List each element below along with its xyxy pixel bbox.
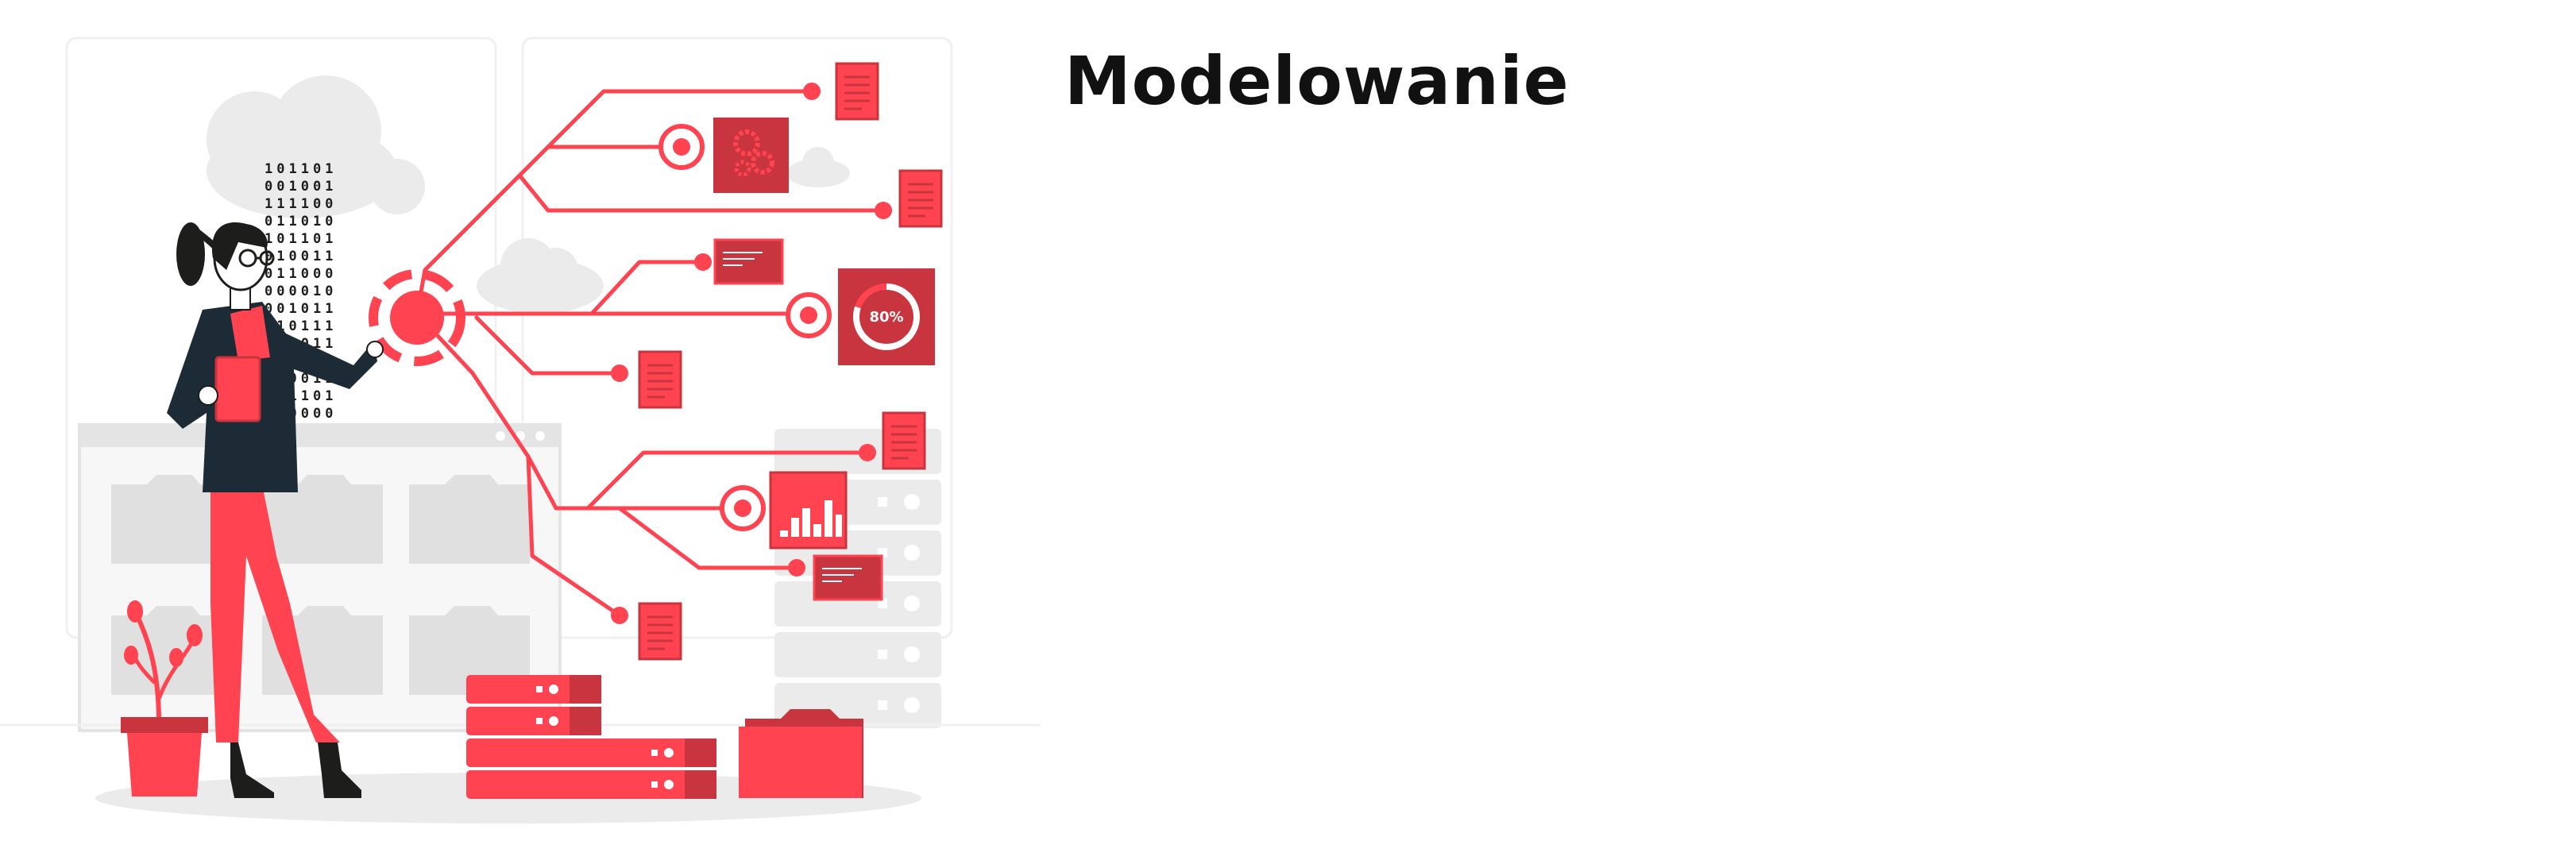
folder-icon [739, 709, 863, 798]
page-title: Modelowanie [1064, 42, 1570, 120]
illustration-svg: 101101 001001 111100 011010 101101 01001… [0, 37, 1041, 823]
document-icon [835, 62, 879, 121]
document-icon [898, 169, 943, 228]
binary-row: 001001 [265, 179, 337, 195]
document-icon [638, 350, 682, 409]
binary-row: 010011 [265, 249, 337, 264]
document-icon [882, 411, 926, 470]
code-window-icon [713, 238, 784, 285]
gear-settings-card [713, 118, 789, 193]
server-stack [466, 675, 716, 799]
progress-gauge-card: 80% [838, 268, 935, 365]
code-window-icon [813, 554, 883, 601]
bar-chart-card [769, 471, 848, 550]
binary-row: 000010 [265, 283, 337, 299]
gauge-percent-label: 80% [869, 309, 903, 326]
binary-row: 001011 [265, 301, 337, 317]
binary-row: 101101 [265, 231, 337, 247]
binary-row: 101101 [265, 161, 337, 177]
document-icon [638, 602, 682, 661]
binary-row: 111100 [265, 196, 337, 212]
binary-row: 011000 [265, 266, 337, 282]
data-modeling-illustration: 101101 001001 111100 011010 101101 01001… [0, 0, 1049, 860]
binary-row: 011010 [265, 214, 337, 229]
